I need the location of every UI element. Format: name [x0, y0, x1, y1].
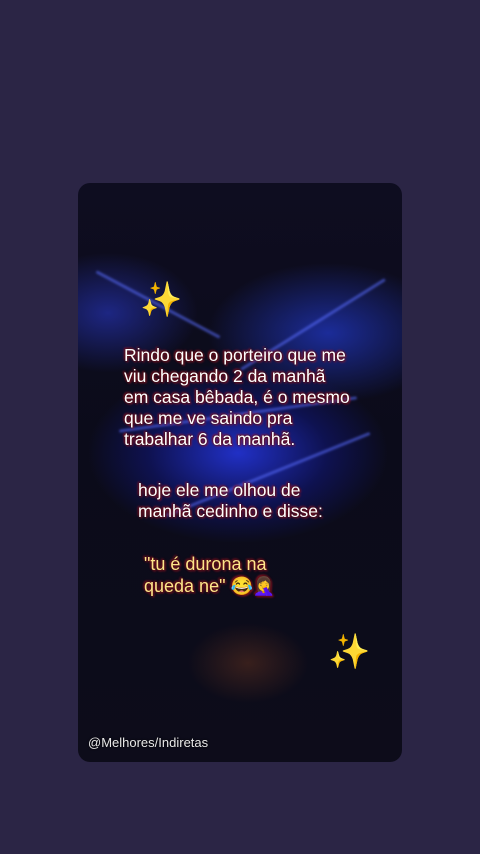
sparkles-icon: ✨ — [328, 632, 371, 672]
story-card: ✨ Rindo que o porteiro que me viu chegan… — [78, 183, 402, 762]
sparkles-icon: ✨ — [140, 280, 183, 320]
story-quote: "tu é durona na queda ne" 😂🤦‍♀️ — [144, 554, 276, 596]
watermark: @Melhores/Indiretas — [88, 735, 209, 750]
story-paragraph-2: hoje ele me olhou de manhã cedinho e dis… — [138, 480, 323, 521]
story-paragraph-1: Rindo que o porteiro que me viu chegando… — [124, 345, 350, 449]
